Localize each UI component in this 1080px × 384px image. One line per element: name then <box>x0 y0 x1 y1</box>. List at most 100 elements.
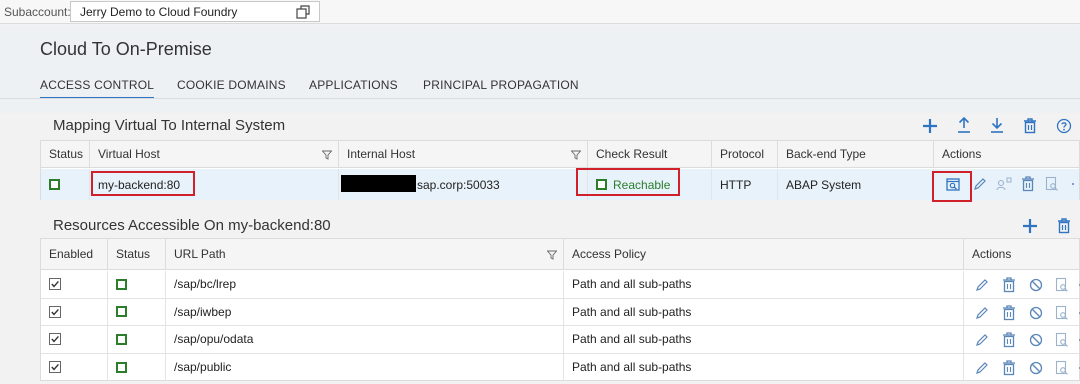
table-row[interactable]: my-backend:80 sap.corp:50033 Reachable H… <box>41 169 1079 200</box>
row-status <box>108 298 166 325</box>
enabled-checkbox[interactable] <box>49 361 61 374</box>
view-details-icon[interactable] <box>1054 332 1070 348</box>
table-row[interactable]: /sap/bc/lrep Path and all sub-paths <box>41 271 1080 299</box>
col-actions: Actions <box>942 147 982 161</box>
row-enabled[interactable] <box>41 271 108 298</box>
filter-icon[interactable] <box>321 149 333 163</box>
disable-icon[interactable] <box>1028 277 1044 293</box>
status-ok-icon <box>116 361 127 373</box>
table-row[interactable]: /sap/opu/odata Path and all sub-paths <box>41 326 1080 354</box>
row-access-policy: Path and all sub-paths <box>564 271 964 298</box>
edit-icon[interactable] <box>972 176 988 192</box>
highlight-box <box>932 171 972 202</box>
col-virtual-host[interactable]: Virtual Host <box>90 141 339 167</box>
upload-icon[interactable] <box>955 116 973 134</box>
row-enabled[interactable] <box>41 326 108 353</box>
more-icon[interactable] <box>1072 360 1080 376</box>
delete-icon[interactable] <box>1020 176 1036 192</box>
more-icon[interactable] <box>1072 305 1080 321</box>
row-status <box>108 326 166 353</box>
table-row[interactable]: /sap/public Path and all sub-paths <box>41 353 1080 382</box>
view-details-icon[interactable] <box>1044 176 1060 192</box>
status-ok-icon <box>116 278 127 290</box>
delete-icon[interactable] <box>1001 304 1017 321</box>
plus-icon[interactable] <box>1021 217 1039 235</box>
view-details-icon[interactable] <box>1054 277 1070 293</box>
delete-icon[interactable] <box>1001 359 1017 376</box>
row-url-path[interactable]: /sap/opu/odata <box>166 326 564 353</box>
col-enabled[interactable]: Enabled <box>41 239 108 269</box>
table-row[interactable]: /sap/iwbep Path and all sub-paths <box>41 298 1080 326</box>
view-details-icon[interactable] <box>1054 360 1070 376</box>
disable-icon[interactable] <box>1028 360 1044 376</box>
row-url-path[interactable]: /sap/bc/lrep <box>166 271 564 298</box>
row-enabled[interactable] <box>41 353 108 381</box>
view-details-icon[interactable] <box>1054 305 1070 321</box>
col-protocol[interactable]: Protocol <box>712 141 778 167</box>
open-in-new-icon[interactable] <box>295 4 311 20</box>
row-actions <box>964 354 1080 382</box>
mapping-table: Status Virtual Host Internal Host Check … <box>40 140 1080 200</box>
enabled-checkbox[interactable] <box>49 333 61 346</box>
row-actions <box>964 271 1080 298</box>
more-icon[interactable] <box>1065 176 1080 192</box>
tab-access-control[interactable]: ACCESS CONTROL <box>40 78 155 99</box>
col-check-result[interactable]: Check Result <box>588 141 712 167</box>
subaccount-label: Subaccount: <box>4 5 71 19</box>
row-url-path[interactable]: /sap/public <box>166 353 564 381</box>
tab-applications[interactable]: APPLICATIONS <box>309 78 398 92</box>
highlight-box <box>91 171 195 196</box>
status-ok-icon <box>49 179 60 190</box>
delete-icon[interactable] <box>1001 332 1017 348</box>
subaccount-selector[interactable]: Jerry Demo to Cloud Foundry <box>70 1 320 22</box>
row-status <box>108 271 166 298</box>
download-icon[interactable] <box>988 116 1006 134</box>
col-status[interactable]: Status <box>41 141 90 167</box>
disable-icon[interactable] <box>1028 305 1044 321</box>
col-status[interactable]: Status <box>108 239 166 269</box>
edit-icon[interactable] <box>974 277 990 293</box>
mapping-section-title: Mapping Virtual To Internal System <box>53 117 286 134</box>
col-virtual-host-label: Virtual Host <box>98 147 160 161</box>
delete-icon[interactable] <box>1001 277 1017 293</box>
tab-cookie-domains[interactable]: COOKIE DOMAINS <box>177 78 286 92</box>
col-url-path-label: URL Path <box>174 247 226 261</box>
mapping-table-header: Status Virtual Host Internal Host Check … <box>41 141 1079 168</box>
filter-icon[interactable] <box>570 149 582 163</box>
row-backend-type: ABAP System <box>778 169 934 200</box>
row-actions <box>964 299 1080 326</box>
enabled-checkbox[interactable] <box>49 305 61 318</box>
edit-icon[interactable] <box>974 305 990 321</box>
trash-icon[interactable] <box>1055 217 1073 235</box>
resources-section-title: Resources Accessible On my-backend:80 <box>53 217 331 234</box>
disable-icon[interactable] <box>1028 332 1044 348</box>
more-icon[interactable] <box>1072 332 1080 348</box>
row-actions <box>964 326 1080 353</box>
col-access-policy[interactable]: Access Policy <box>564 239 964 269</box>
help-icon[interactable] <box>1055 117 1073 135</box>
redaction-block <box>341 175 416 192</box>
col-backend-type[interactable]: Back-end Type <box>778 141 934 167</box>
status-ok-icon <box>116 333 127 345</box>
resources-table: Enabled Status URL Path Access Policy Ac… <box>40 238 1080 381</box>
principal-user-icon[interactable] <box>996 176 1012 192</box>
resources-table-header: Enabled Status URL Path Access Policy Ac… <box>41 239 1079 270</box>
plus-icon[interactable] <box>921 117 939 135</box>
col-internal-host-label: Internal Host <box>347 147 416 161</box>
more-icon[interactable] <box>1072 277 1080 293</box>
trash-icon[interactable] <box>1021 117 1039 135</box>
filter-icon[interactable] <box>546 249 558 263</box>
row-enabled[interactable] <box>41 298 108 325</box>
edit-icon[interactable] <box>974 360 990 376</box>
row-access-policy: Path and all sub-paths <box>564 298 964 325</box>
col-internal-host[interactable]: Internal Host <box>339 141 588 167</box>
edit-icon[interactable] <box>974 332 990 348</box>
tab-principal-propagation[interactable]: PRINCIPAL PROPAGATION <box>423 78 579 92</box>
page-title: Cloud To On-Premise <box>40 39 212 59</box>
tabs-divider <box>0 98 1080 99</box>
col-url-path[interactable]: URL Path <box>166 239 564 269</box>
row-url-path[interactable]: /sap/iwbep <box>166 298 564 325</box>
row-status <box>108 353 166 381</box>
enabled-checkbox[interactable] <box>49 278 61 291</box>
row-access-policy: Path and all sub-paths <box>564 353 964 381</box>
